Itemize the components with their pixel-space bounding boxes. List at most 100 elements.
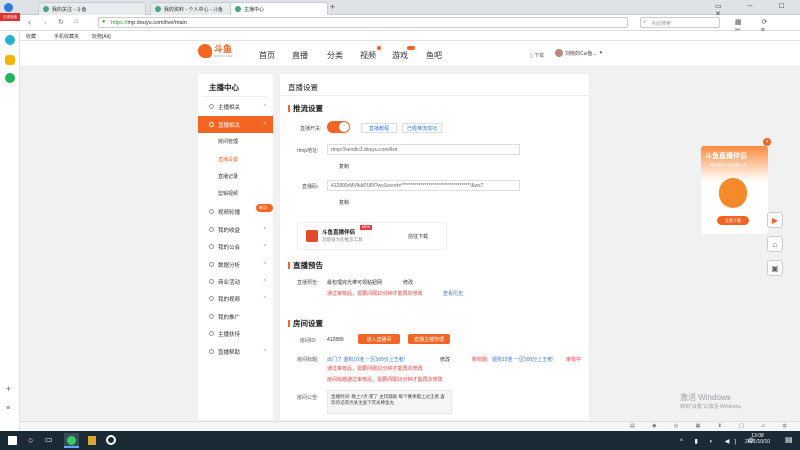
companion-app-icon [306, 230, 318, 242]
app-taskbar-icon[interactable] [88, 436, 96, 445]
chevron-down-icon: ▾ [599, 50, 603, 56]
feedback-icon[interactable]: ▣ [767, 260, 783, 276]
recorder-taskbar-icon[interactable] [106, 435, 116, 445]
sidebar-item-label: 数据分析 [218, 262, 241, 269]
sidebar-item-label: 直播帮助 [218, 349, 241, 356]
promo-fish-icon [719, 178, 747, 208]
chat-icon[interactable] [5, 73, 15, 83]
douyu-favicon-icon [155, 6, 161, 12]
room-title-edit-link[interactable]: 修改 [440, 356, 450, 363]
tab-anchor-center[interactable]: 主播中心 [230, 2, 328, 15]
sidebar-item-my-videos[interactable]: 我的视频 ^ [198, 290, 273, 307]
sidebar-item-live[interactable]: 直播相关 ^ [198, 116, 273, 133]
browser-search-box[interactable]: ○ 点此搜索 [640, 17, 720, 28]
toggle-knob [339, 122, 349, 132]
guild-icon [209, 244, 214, 249]
sidebar-item-guild[interactable]: 我的公会 ^ [198, 238, 273, 255]
tab-my-follow[interactable]: 我的关注 - 斗鱼 [38, 2, 146, 15]
nav-fishbar[interactable]: 鱼吧 [426, 50, 442, 61]
enter-room-button[interactable]: 进入直播间 [358, 334, 400, 344]
nav-game[interactable]: 游戏 [392, 50, 408, 61]
favorites-icon[interactable] [5, 55, 15, 65]
nav-category[interactable]: 分类 [327, 50, 343, 61]
promo-close-icon[interactable]: × [763, 138, 771, 146]
sidebar-item-anchor[interactable]: 主播相关 ^ [198, 98, 273, 115]
play-icon[interactable]: ▶ [767, 212, 783, 228]
add-icon[interactable]: + [6, 384, 11, 394]
user-name: 刘晓的Cui鱼... [565, 50, 597, 57]
lock-icon: ● [102, 19, 106, 25]
task-view-icon[interactable]: ▭ [45, 435, 53, 444]
download-link[interactable]: ▯ 下载 [530, 52, 544, 59]
sidebar-item-earnings[interactable]: 我的收益 ^ [198, 221, 273, 238]
bookmark-mobile[interactable]: 手机收藏夹 [54, 33, 79, 40]
companion-promo-widget[interactable]: × 斗鱼直播伴侣 最好用的PC端直播工具 立即下载 [701, 138, 771, 234]
sidebar-item-label: 商业活动 [218, 279, 241, 286]
sidebar-sub-room-manage[interactable]: 房间管理 [218, 138, 238, 145]
sidebar-item-label: 直播相关 [218, 122, 241, 129]
notification-icon[interactable]: ▤ [785, 435, 793, 444]
new-title-label: 新标题: [472, 357, 489, 363]
user-menu[interactable]: 刘晓的Cui鱼... ▾ [555, 49, 602, 57]
activate-title: 激活 Windows [680, 393, 731, 402]
clock[interactable]: 13:08 2021/10/10 [745, 433, 770, 445]
sidebar-sub-live-settings[interactable]: 直播设置 [218, 156, 238, 163]
tutorial-button[interactable]: 直播教程 [361, 123, 397, 133]
sidebar-title: 主播中心 [209, 83, 239, 92]
sidebar-item-label: 视频轮播 [218, 209, 241, 216]
new-tab-button[interactable]: + [330, 2, 335, 12]
notice-history-link[interactable]: 查看历史 [443, 290, 463, 297]
home-icon[interactable]: ⌂ [74, 18, 78, 25]
start-icon[interactable] [8, 436, 17, 445]
sidebar-item-business[interactable]: 商业活动 ^ [198, 273, 273, 290]
rtmp-input[interactable]: rtmp://sendtc3.douyu.com/live [327, 144, 520, 155]
rtmp-copy-link[interactable]: 复制 [339, 163, 349, 170]
nav-live[interactable]: 直播 [292, 50, 308, 61]
nav-game-hot-badge [407, 46, 415, 50]
notice-edit-link[interactable]: 修改 [403, 279, 413, 286]
logo-text: 斗鱼 [214, 44, 233, 54]
home-float-icon[interactable]: ⌂ [767, 236, 783, 252]
search-taskbar-icon[interactable]: ○ [28, 435, 33, 445]
reader-badge[interactable]: 沉浸阅读 [0, 13, 20, 21]
browser-taskbar-icon[interactable] [64, 433, 79, 448]
announcement-box[interactable]: 直播时间: 晚上7点-累了 主玩辅助 每个赛季都上过王者 喜欢的记得点关注送下荧… [327, 390, 452, 414]
url-prefix: https:// [111, 20, 128, 26]
sidebar-item-label: 我的公会 [218, 244, 241, 251]
stream-code-input[interactable]: 412899rMVIkkPUlN?wsSecret=**************… [327, 180, 520, 191]
nav-video[interactable]: 视频 [360, 50, 376, 61]
menu-icon[interactable]: ≡ [6, 405, 10, 412]
promo-download-button[interactable]: 立即下载 [717, 216, 749, 225]
bookmark-star[interactable]: 收藏 [26, 33, 36, 40]
sidebar-sub-live-records[interactable]: 直播记录 [218, 173, 238, 180]
anchor-manage-button[interactable]: 直播主播管理 [408, 334, 450, 344]
sidebar-item-support[interactable]: 主播扶持 [198, 325, 273, 342]
browser-logo-icon[interactable] [4, 3, 13, 12]
nav-home[interactable]: 首页 [259, 50, 275, 61]
reload-icon[interactable]: ↻ [58, 18, 64, 26]
sidebar-item-help[interactable]: 直播帮助 ^ [198, 343, 273, 360]
bookmark-wanwu[interactable]: 玩物[Alt] [92, 33, 111, 40]
notice-section-label: 直播预告 [293, 261, 323, 270]
douyu-logo[interactable]: 斗鱼 DOUYU.COM [198, 44, 233, 58]
tab-my-profile[interactable]: 我的资料 - 个人中心 - 斗鱼 [150, 2, 240, 15]
app-icon[interactable] [5, 35, 15, 45]
url-field[interactable]: ● https://mp.douyu.com/live/main [98, 17, 628, 28]
live-switch-toggle[interactable] [327, 121, 350, 133]
download-label: 下载 [534, 53, 545, 59]
stream-code-copy-link[interactable]: 复制 [339, 199, 349, 206]
sidebar-sub-clip-videos[interactable]: 剪辑视频 [218, 190, 238, 197]
chevron-up-icon: ^ [263, 121, 266, 128]
douyu-favicon-icon [43, 6, 49, 12]
status-icons[interactable]: ▤ ◉ ◎ ▦ ⬇ ▢ ♫ ◍ [630, 423, 795, 429]
stream-success-button[interactable]: 已经推流成功 [402, 123, 442, 133]
back-icon[interactable]: ‹ [28, 18, 31, 27]
sidebar-item-promotion[interactable]: 我的推广 [198, 308, 273, 325]
room-title-value: 出门了 遛狗10连 一区500分上王者! [327, 357, 406, 363]
sidebar-item-analytics[interactable]: 数据分析 ^ [198, 256, 273, 273]
notice-value: 最包理完光棒可领粘鈕网 [327, 280, 383, 286]
live-icon [209, 122, 214, 127]
address-bar: ‹ › ↻ ⌂ ● https://mp.douyu.com/live/main… [0, 15, 800, 34]
forward-icon[interactable]: › [44, 18, 47, 27]
companion-download-link[interactable]: 前往下载 [408, 233, 428, 240]
